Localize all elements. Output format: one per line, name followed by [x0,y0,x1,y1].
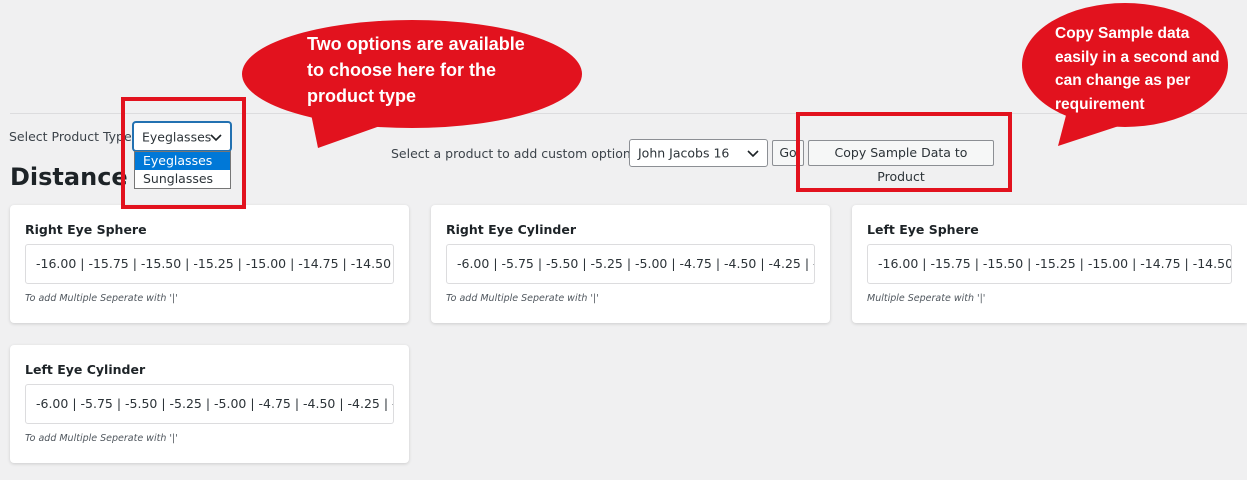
copy-sample-data-button[interactable]: Copy Sample Data to Product [808,140,994,184]
card-title: Left Eye Sphere [867,222,979,237]
callout-text-copy: Copy Sample data easily in a second and … [1055,25,1220,113]
chevron-down-icon [747,150,759,158]
card-right-eye-cylinder: Right Eye Cylinder -6.00 | -5.75 | -5.50… [431,205,830,323]
left-eye-cylinder-input[interactable]: -6.00 | -5.75 | -5.50 | -5.25 | -5.00 | … [25,384,394,424]
card-hint: Multiple Seperate with '|' [867,293,986,304]
card-left-eye-cylinder: Left Eye Cylinder -6.00 | -5.75 | -5.50 … [10,345,409,463]
product-selected-value: John Jacobs 16 [638,145,730,161]
dropdown-option-eyeglasses[interactable]: Eyeglasses [135,152,230,170]
card-hint: To add Multiple Seperate with '|' [25,293,178,304]
product-type-label: Select Product Type : [9,129,140,144]
card-title: Right Eye Sphere [25,222,147,237]
product-select[interactable]: John Jacobs 16 [629,139,768,167]
card-title: Left Eye Cylinder [25,362,146,377]
card-left-eye-sphere: Left Eye Sphere -16.00 | -15.75 | -15.50… [852,205,1247,323]
callout-text-product-type: Two options are available to choose here… [307,34,525,106]
go-button[interactable]: Go [772,140,804,166]
product-type-select[interactable]: Eyeglasses [133,122,231,151]
card-right-eye-sphere: Right Eye Sphere -16.00 | -15.75 | -15.5… [10,205,409,323]
dropdown-option-sunglasses[interactable]: Sunglasses [135,170,230,188]
left-eye-sphere-input[interactable]: -16.00 | -15.75 | -15.50 | -15.25 | -15.… [867,244,1232,284]
product-type-selected-value: Eyeglasses [142,129,212,144]
right-eye-cylinder-input[interactable]: -6.00 | -5.75 | -5.50 | -5.25 | -5.00 | … [446,244,815,284]
chevron-down-icon [210,133,222,141]
right-eye-sphere-input[interactable]: -16.00 | -15.75 | -15.50 | -15.25 | -15.… [25,244,394,284]
card-title: Right Eye Cylinder [446,222,576,237]
product-type-dropdown: Eyeglasses Sunglasses [134,151,231,189]
card-hint: To add Multiple Seperate with '|' [446,293,599,304]
section-title: Distance [10,163,128,191]
card-hint: To add Multiple Seperate with '|' [25,433,178,444]
